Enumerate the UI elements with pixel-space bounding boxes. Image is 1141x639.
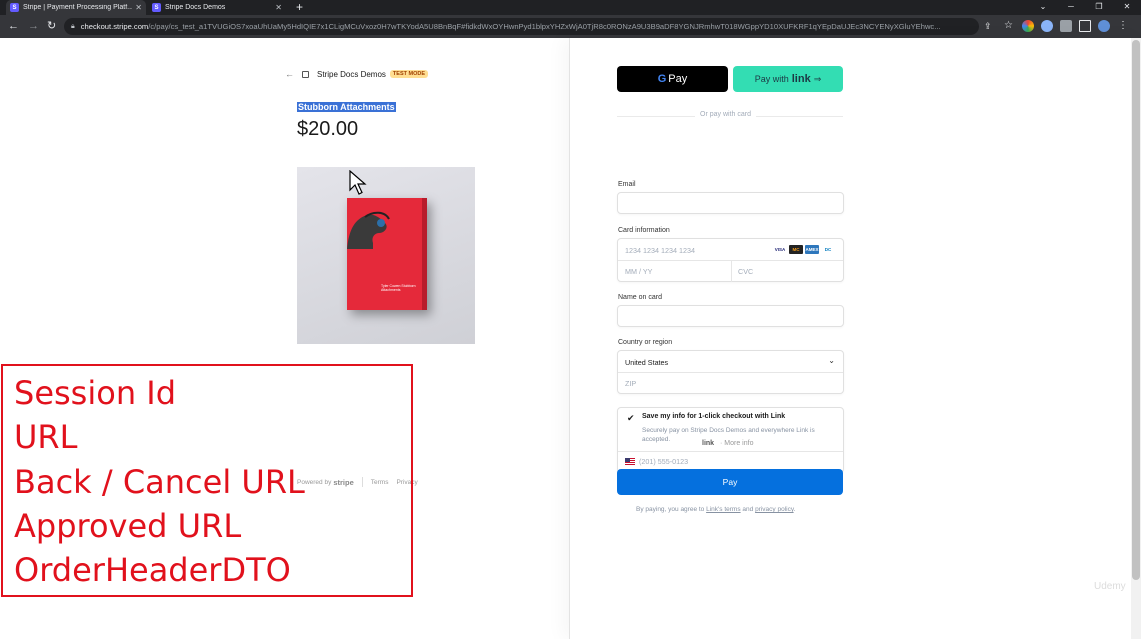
url-host: checkout.stripe.com bbox=[80, 22, 149, 31]
annotation-line-order-header-dto: OrderHeaderDTO bbox=[14, 551, 291, 589]
pay-with-link-button[interactable]: Pay with link ⇒ bbox=[733, 66, 843, 92]
close-tab-icon[interactable]: ✕ bbox=[135, 3, 142, 12]
chevron-down-icon[interactable]: ⌄ bbox=[828, 356, 835, 365]
restore-button[interactable]: ❐ bbox=[1085, 0, 1113, 15]
save-info-checkbox[interactable]: ✔ bbox=[627, 413, 637, 423]
stripe-favicon-icon: S bbox=[152, 3, 161, 12]
browser-tab-docs-demos[interactable]: S Stripe Docs Demos ✕ bbox=[148, 0, 286, 15]
save-info-title: Save my info for 1-click checkout with L… bbox=[642, 413, 786, 420]
diners-icon: DC bbox=[821, 245, 835, 254]
address-bar[interactable]: 🔒︎ checkout.stripe.com /c/pay/cs_test_a1… bbox=[64, 18, 979, 35]
gpay-label: Pay bbox=[668, 73, 688, 85]
udemy-watermark: Udemy bbox=[1094, 581, 1126, 592]
hand-illustration bbox=[347, 211, 390, 249]
close-window-button[interactable]: ✕ bbox=[1113, 0, 1141, 15]
phone-field[interactable]: (201) 555-0123 bbox=[639, 457, 688, 466]
new-tab-button[interactable]: + bbox=[296, 0, 303, 14]
pay-button[interactable]: Pay bbox=[617, 469, 843, 495]
tab-title: Stripe Docs Demos bbox=[165, 4, 226, 11]
profile-avatar[interactable] bbox=[1098, 20, 1110, 32]
forward-icon[interactable]: → bbox=[28, 19, 39, 33]
back-arrow-icon[interactable]: ← bbox=[285, 69, 294, 79]
close-tab-icon[interactable]: ✕ bbox=[275, 3, 282, 12]
window-controls: ⌄ ─ ❐ ✕ bbox=[1029, 0, 1141, 15]
browser-tab-bar: S Stripe | Payment Processing Platf... ✕… bbox=[0, 0, 1141, 15]
expiry-field[interactable]: MM / YY bbox=[625, 267, 652, 276]
extension-color-icon[interactable] bbox=[1022, 20, 1034, 32]
tab-title: Stripe | Payment Processing Platf... bbox=[23, 4, 133, 11]
link-button-prefix: Pay with bbox=[754, 74, 789, 84]
email-label: Email bbox=[618, 181, 636, 188]
mastercard-icon: MC bbox=[789, 245, 803, 254]
annotation-line-session-id: Session Id bbox=[14, 374, 177, 412]
book-title-text: Tyler Cowen Stubborn Attachments bbox=[381, 284, 416, 292]
terms-suffix: . bbox=[793, 506, 796, 513]
test-mode-badge: TEST MODE bbox=[389, 70, 429, 78]
stripe-favicon-icon: S bbox=[10, 3, 19, 12]
url-path: /c/pay/cs_test_a1TVUGiOS7xoaUhUaMy5HdIQI… bbox=[148, 22, 941, 31]
link-terms-link[interactable]: Link's terms bbox=[706, 506, 740, 513]
card-information-label: Card information bbox=[618, 227, 670, 234]
bookmark-star-icon[interactable]: ☆ bbox=[1004, 19, 1013, 33]
zip-field[interactable]: ZIP bbox=[625, 379, 636, 388]
more-info-link[interactable]: · More info bbox=[720, 440, 753, 447]
or-pay-with-card-text: Or pay with card bbox=[695, 111, 756, 118]
checkout-header: ← Stripe Docs Demos TEST MODE bbox=[285, 69, 429, 79]
country-select[interactable]: United States bbox=[625, 358, 668, 367]
annotation-box: Session Id URL Back / Cancel URL Approve… bbox=[1, 364, 413, 597]
scrollbar[interactable] bbox=[1131, 38, 1141, 639]
menu-kebab-icon[interactable]: ⋮ bbox=[1117, 20, 1129, 32]
share-icon[interactable]: ⇪ bbox=[984, 19, 992, 33]
country-row-divider bbox=[618, 372, 843, 373]
extension-icons: ⋮ bbox=[1022, 20, 1129, 32]
puzzle-extensions-icon[interactable] bbox=[1060, 20, 1072, 32]
lock-icon[interactable]: 🔒︎ bbox=[71, 23, 75, 31]
annotation-line-back-cancel-url: Back / Cancel URL bbox=[14, 463, 305, 501]
annotation-line-approved-url: Approved URL bbox=[14, 507, 242, 545]
product-name: Stubborn Attachments bbox=[297, 102, 396, 112]
back-icon[interactable]: ← bbox=[8, 19, 19, 33]
name-on-card-field[interactable] bbox=[617, 305, 844, 327]
product-price: $20.00 bbox=[297, 118, 359, 140]
link-brand: link bbox=[791, 73, 811, 85]
product-image: Tyler Cowen Stubborn Attachments bbox=[297, 167, 475, 344]
reload-icon[interactable]: ↻ bbox=[47, 19, 56, 33]
browser-tab-stripe[interactable]: S Stripe | Payment Processing Platf... ✕ bbox=[6, 0, 146, 15]
cvc-field[interactable]: CVC bbox=[738, 267, 753, 276]
terms-prefix: By paying, you agree to bbox=[636, 506, 707, 513]
minimize-button[interactable]: ─ bbox=[1057, 0, 1085, 15]
book-spine bbox=[422, 198, 427, 310]
card-col-divider bbox=[731, 260, 732, 282]
phone-row-divider bbox=[618, 451, 843, 452]
country-zip-group: United States ⌄ ZIP bbox=[617, 350, 844, 394]
store-name[interactable]: Stripe Docs Demos bbox=[317, 70, 386, 79]
privacy-policy-link[interactable]: privacy policy bbox=[755, 506, 794, 513]
google-g-icon: G bbox=[657, 73, 667, 85]
country-label: Country or region bbox=[618, 339, 673, 346]
visa-icon: VISA bbox=[773, 245, 787, 254]
amex-icon: AMEX bbox=[805, 245, 819, 254]
extension-react-icon[interactable] bbox=[1041, 20, 1053, 32]
card-number-field[interactable]: 1234 1234 1234 1234 bbox=[625, 246, 695, 255]
link-footer-brand: link bbox=[702, 440, 715, 447]
email-field[interactable] bbox=[617, 192, 844, 214]
arrow-right-icon: ⇒ bbox=[813, 73, 822, 84]
scrollbar-thumb[interactable] bbox=[1132, 40, 1140, 580]
name-on-card-label: Name on card bbox=[618, 294, 662, 301]
annotation-line-url: URL bbox=[14, 418, 78, 456]
terms-and: and bbox=[740, 506, 756, 513]
browser-toolbar: ← → ↻ 🔒︎ checkout.stripe.com /c/pay/cs_t… bbox=[0, 15, 1141, 38]
card-brand-logos: VISA MC AMEX DC bbox=[773, 245, 835, 254]
card-information-group: 1234 1234 1234 1234 VISA MC AMEX DC MM /… bbox=[617, 238, 844, 282]
mouse-pointer-icon bbox=[349, 170, 367, 195]
google-pay-button[interactable]: G Pay bbox=[617, 66, 728, 92]
us-flag-icon[interactable] bbox=[625, 458, 635, 465]
tab-search-button[interactable]: ⌄ bbox=[1029, 0, 1057, 15]
link-footer: link · More info bbox=[702, 440, 753, 447]
side-panel-icon[interactable] bbox=[1079, 20, 1091, 32]
terms-text: By paying, you agree to Link's terms and… bbox=[636, 506, 795, 513]
store-icon bbox=[302, 70, 309, 78]
